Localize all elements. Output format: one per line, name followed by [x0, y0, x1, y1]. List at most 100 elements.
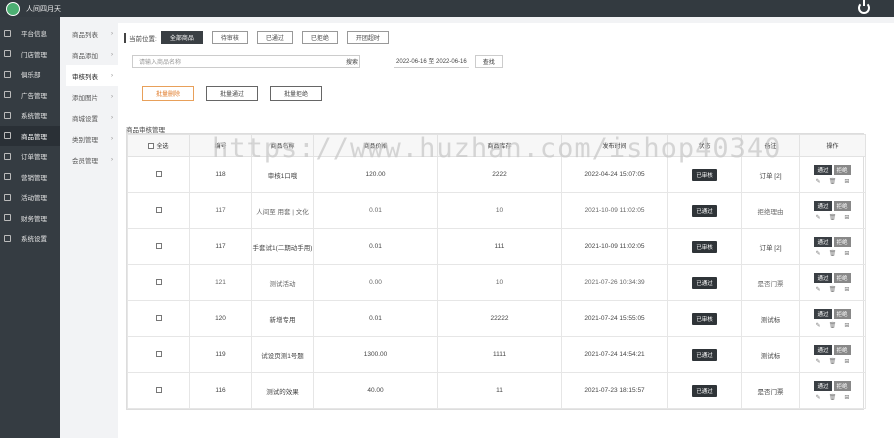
view-icon[interactable]: ⊞	[844, 214, 849, 221]
query-button[interactable]: 查找	[474, 54, 503, 68]
date-range-field[interactable]: 2022-06-16 至 2022-06-16	[394, 54, 469, 68]
search-button[interactable]: 搜索	[346, 57, 358, 66]
row-checkbox[interactable]	[155, 243, 162, 250]
goods-icon	[4, 132, 11, 140]
sidebar-item-platform[interactable]: 平台信息	[0, 23, 60, 44]
delete-icon[interactable]: 🗑	[829, 214, 837, 221]
subnav-item-mall-settings[interactable]: 商城设置 ›	[66, 107, 118, 128]
view-icon[interactable]: ⊞	[844, 250, 849, 257]
chevron-right-icon: ›	[111, 72, 113, 79]
row-stock: 11	[437, 372, 562, 409]
sidebar-item-settings[interactable]: 系统设置	[0, 228, 60, 249]
approve-button[interactable]: 通过	[814, 308, 832, 319]
row-select-cell[interactable]	[127, 300, 190, 337]
tab-approved[interactable]: 已通过	[256, 31, 293, 44]
search-input[interactable]: 请输入商品名称	[132, 54, 360, 68]
row-select-cell[interactable]	[127, 156, 190, 193]
edit-icon[interactable]: ✎	[816, 286, 821, 293]
sidebar-item-system[interactable]: 系统管理	[0, 105, 60, 126]
row-ops-cell: 通过 拒绝 ✎ 🗑 ⊞	[799, 372, 866, 409]
edit-icon[interactable]: ✎	[816, 322, 821, 329]
col-header-time: 发布时间	[561, 134, 668, 157]
row-select-cell[interactable]	[127, 336, 190, 373]
row-select-cell[interactable]	[127, 372, 190, 409]
edit-icon[interactable]: ✎	[816, 250, 821, 257]
power-icon[interactable]	[858, 0, 870, 14]
delete-icon[interactable]: 🗑	[829, 178, 837, 185]
tab-rejected[interactable]: 已拒绝	[301, 31, 338, 44]
reject-button[interactable]: 拒绝	[833, 344, 851, 355]
edit-icon[interactable]: ✎	[816, 214, 821, 221]
approve-button[interactable]: 通过	[814, 272, 832, 283]
sidebar-item-orders[interactable]: 订单管理	[0, 146, 60, 167]
sidebar-item-label: 门店管理	[21, 51, 47, 59]
delete-icon[interactable]: 🗑	[829, 394, 837, 401]
row-select-cell[interactable]	[127, 228, 190, 265]
sidebar-item-store[interactable]: 门店管理	[0, 44, 60, 65]
row-note: 订单 [2]	[741, 156, 800, 193]
select-all-checkbox[interactable]	[148, 143, 155, 150]
row-id: 117	[189, 192, 252, 229]
subnav-item-members[interactable]: 会员管理 ›	[66, 149, 118, 170]
sidebar-item-goods[interactable]: 商品管理	[0, 125, 60, 146]
approve-button[interactable]: 通过	[814, 344, 832, 355]
sidebar-item-activity[interactable]: 活动管理	[0, 187, 60, 208]
approve-button[interactable]: 通过	[814, 164, 832, 175]
bulk-reject-button[interactable]: 批量拒绝	[270, 86, 322, 101]
reject-button[interactable]: 拒绝	[833, 200, 851, 211]
row-select-cell[interactable]	[127, 192, 190, 229]
row-ops-cell: 通过 拒绝 ✎ 🗑 ⊞	[799, 156, 866, 193]
sidebar-item-marketing[interactable]: 营销管理	[0, 167, 60, 188]
row-price: 0.01	[313, 192, 438, 229]
delete-icon[interactable]: 🗑	[829, 322, 837, 329]
row-name: 人间至 用套 | 文化	[251, 192, 314, 229]
approve-button[interactable]: 通过	[814, 236, 832, 247]
reject-button[interactable]: 拒绝	[833, 236, 851, 247]
reject-button[interactable]: 拒绝	[833, 272, 851, 283]
subnav-item-add-image[interactable]: 添加图片 ›	[66, 86, 118, 107]
sidebar-item-finance[interactable]: 财务管理	[0, 208, 60, 229]
view-icon[interactable]: ⊞	[844, 286, 849, 293]
subnav-item-goods-add[interactable]: 商品添加 ›	[66, 44, 118, 65]
view-icon[interactable]: ⊞	[844, 394, 849, 401]
row-checkbox[interactable]	[155, 315, 162, 322]
tab-all[interactable]: 全部商品	[160, 31, 203, 44]
row-checkbox[interactable]	[155, 171, 162, 178]
view-icon[interactable]: ⊞	[844, 322, 849, 329]
subnav-item-category[interactable]: 类别管理 ›	[66, 128, 118, 149]
edit-icon[interactable]: ✎	[816, 358, 821, 365]
row-checkbox[interactable]	[155, 279, 162, 286]
tab-timeout[interactable]: 开团超时	[346, 31, 389, 44]
delete-icon[interactable]: 🗑	[829, 358, 837, 365]
sidebar-item-ads[interactable]: 广告管理	[0, 85, 60, 106]
row-checkbox[interactable]	[155, 351, 162, 358]
row-ops: 通过 拒绝 ✎ 🗑 ⊞	[800, 344, 865, 365]
row-checkbox[interactable]	[155, 207, 162, 214]
edit-icon[interactable]: ✎	[816, 178, 821, 185]
row-checkbox[interactable]	[155, 387, 162, 394]
edit-icon[interactable]: ✎	[816, 394, 821, 401]
status-badge: 已通过	[692, 384, 717, 397]
delete-icon[interactable]: 🗑	[829, 250, 837, 257]
row-select-cell[interactable]	[127, 264, 190, 301]
sidebar-item-club[interactable]: 俱乐部	[0, 64, 60, 85]
delete-icon[interactable]: 🗑	[829, 286, 837, 293]
subnav-item-review-list[interactable]: 审核列表 ›	[66, 65, 118, 86]
subnav-item-goods-list[interactable]: 商品列表 ›	[66, 23, 118, 44]
reject-button[interactable]: 拒绝	[833, 380, 851, 391]
reject-button[interactable]: 拒绝	[833, 164, 851, 175]
row-op-icons: ✎ 🗑 ⊞	[816, 322, 850, 329]
approve-button[interactable]: 通过	[814, 380, 832, 391]
view-icon[interactable]: ⊞	[844, 358, 849, 365]
bulk-approve-button[interactable]: 批量通过	[206, 86, 258, 101]
reject-button[interactable]: 拒绝	[833, 308, 851, 319]
bulk-delete-button[interactable]: 批量删除	[142, 86, 194, 101]
view-icon[interactable]: ⊞	[844, 178, 849, 185]
subnav-label: 审核列表	[72, 73, 98, 81]
row-status-cell: 已通过	[667, 264, 742, 301]
approve-button[interactable]: 通过	[814, 200, 832, 211]
row-id: 116	[189, 372, 252, 409]
tab-pending[interactable]: 待审核	[211, 31, 248, 44]
chevron-right-icon: ›	[111, 93, 113, 100]
select-all-header[interactable]: 全选	[127, 134, 190, 157]
